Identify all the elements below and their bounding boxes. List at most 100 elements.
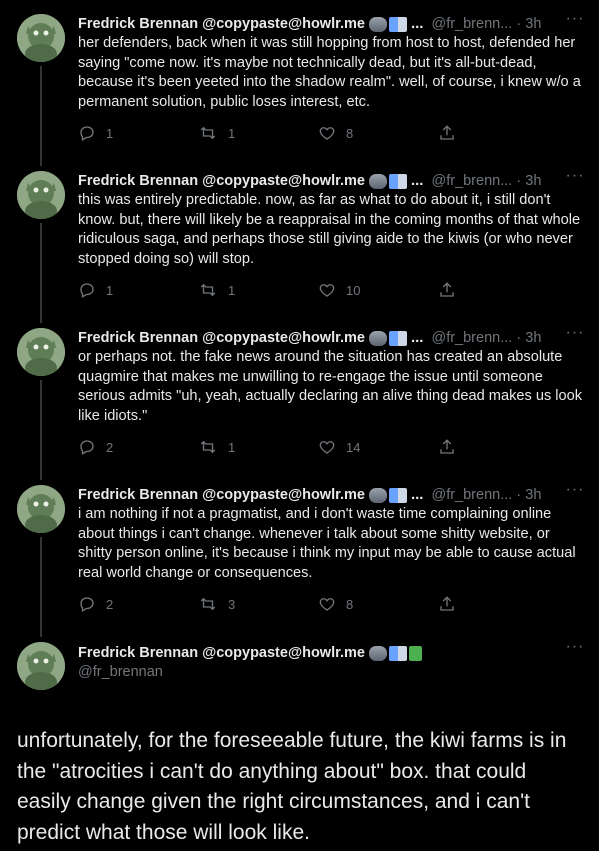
- raccoon-emoji-icon: [368, 487, 387, 503]
- reply-icon: [80, 126, 94, 141]
- focused-tweet-text: unfortunately, for the foreseeable futur…: [17, 729, 567, 844]
- name-overflow: ...: [410, 172, 424, 189]
- name-overflow: ...: [410, 15, 424, 32]
- tweet-text: her defenders, back when it was still ho…: [78, 35, 581, 111]
- retweet-button[interactable]: 1: [198, 124, 318, 142]
- tweet-header: Fredrick Brennan @copypaste@howlr.me ...…: [78, 328, 583, 348]
- tweet-text: or perhaps not. the fake news around the…: [78, 349, 583, 425]
- reply-count: 2: [106, 439, 114, 455]
- avatar[interactable]: [17, 171, 65, 219]
- share-icon: [440, 439, 454, 454]
- tweet[interactable]: Fredrick Brennan @copypaste@howlr.me ...…: [0, 471, 599, 628]
- avatar[interactable]: [17, 328, 65, 376]
- flag-emoji-icon: [388, 645, 407, 661]
- heart-icon: [319, 598, 335, 611]
- avatar[interactable]: [17, 485, 65, 533]
- like-count: 10: [346, 282, 361, 298]
- share-icon: [440, 596, 454, 611]
- name-badges: [368, 330, 407, 346]
- avatar[interactable]: [17, 14, 65, 62]
- heart-icon: [319, 441, 335, 454]
- retweet-button[interactable]: 3: [198, 595, 318, 613]
- author-handle[interactable]: @fr_brenn...: [431, 171, 512, 191]
- tweet-time[interactable]: 3h: [525, 14, 541, 34]
- reply-button[interactable]: 2: [78, 438, 198, 456]
- name-badges: [368, 173, 407, 189]
- avatar[interactable]: [17, 642, 65, 690]
- retweet-button[interactable]: 1: [198, 438, 318, 456]
- author-name[interactable]: Fredrick Brennan @copypaste@howlr.me: [78, 14, 365, 34]
- author-name[interactable]: Fredrick Brennan @copypaste@howlr.me: [78, 171, 365, 191]
- retweet-count: 3: [228, 596, 236, 612]
- reply-count: 1: [106, 125, 114, 141]
- raccoon-emoji-icon: [368, 16, 387, 32]
- separator-dot: ·: [516, 172, 522, 189]
- share-button[interactable]: [438, 281, 456, 299]
- name-badges: [368, 645, 422, 661]
- tweet[interactable]: Fredrick Brennan @copypaste@howlr.me ...…: [0, 314, 599, 471]
- name-badges: [368, 487, 407, 503]
- share-icon: [440, 282, 454, 297]
- separator-dot: ·: [516, 15, 522, 32]
- like-button[interactable]: 8: [318, 124, 438, 142]
- like-button[interactable]: 10: [318, 281, 438, 299]
- like-button[interactable]: 14: [318, 438, 438, 456]
- retweet-count: 1: [228, 439, 236, 455]
- reply-count: 2: [106, 596, 114, 612]
- raccoon-emoji-icon: [368, 645, 387, 661]
- retweet-icon: [200, 440, 216, 454]
- like-count: 14: [346, 439, 361, 455]
- share-button[interactable]: [438, 438, 456, 456]
- raccoon-emoji-icon: [368, 330, 387, 346]
- more-icon[interactable]: ···: [565, 11, 585, 32]
- tweet-time[interactable]: 3h: [525, 171, 541, 191]
- tweet[interactable]: Fredrick Brennan @copypaste@howlr.me ...…: [0, 157, 599, 314]
- tweet-actions: 1 1 8: [78, 123, 509, 143]
- retweet-button[interactable]: 1: [198, 281, 318, 299]
- share-button[interactable]: [438, 124, 456, 142]
- more-icon[interactable]: ···: [565, 168, 585, 189]
- like-count: 8: [346, 596, 354, 612]
- author-handle[interactable]: @fr_brennan: [78, 664, 599, 684]
- author-name[interactable]: Fredrick Brennan @copypaste@howlr.me: [78, 485, 365, 505]
- tweet-actions: 2 1 14: [78, 437, 509, 457]
- flag-emoji-icon: [388, 487, 407, 503]
- author-name[interactable]: Fredrick Brennan @copypaste@howlr.me: [78, 645, 365, 661]
- name-badges: [368, 16, 407, 32]
- heart-icon: [319, 284, 335, 297]
- more-icon[interactable]: ···: [565, 325, 585, 346]
- flag-emoji-icon: [388, 330, 407, 346]
- author-handle[interactable]: @fr_brenn...: [431, 328, 512, 348]
- name-overflow: ...: [410, 329, 424, 346]
- like-button[interactable]: 8: [318, 595, 438, 613]
- flag-emoji-icon: [388, 16, 407, 32]
- name-overflow: ...: [410, 486, 424, 503]
- author-name[interactable]: Fredrick Brennan @copypaste@howlr.me: [78, 328, 365, 348]
- tweet-header: Fredrick Brennan @copypaste@howlr.me ...…: [78, 171, 583, 191]
- tweet-text: i am nothing if not a pragmatist, and i …: [78, 506, 576, 582]
- tweet-actions: 1 1 10: [78, 280, 509, 300]
- reply-button[interactable]: 1: [78, 281, 198, 299]
- separator-dot: ·: [516, 329, 522, 346]
- reply-icon: [80, 440, 94, 455]
- author-handle[interactable]: @fr_brenn...: [431, 14, 512, 34]
- flag-emoji-icon: [388, 173, 407, 189]
- more-icon[interactable]: ···: [565, 639, 585, 660]
- tweet[interactable]: Fredrick Brennan @copypaste@howlr.me ...…: [0, 0, 599, 157]
- tweet-time[interactable]: 3h: [525, 328, 541, 348]
- tweet-thread: Fredrick Brennan @copypaste@howlr.me ...…: [0, 0, 599, 848]
- green-book-emoji-icon: [408, 645, 422, 661]
- tweet-header: Fredrick Brennan @copypaste@howlr.me ...…: [78, 14, 583, 34]
- focused-tweet[interactable]: ··· Fredrick Brennan @copypaste@howlr.me…: [0, 628, 599, 848]
- focused-tweet-header: Fredrick Brennan @copypaste@howlr.me @fr…: [78, 642, 599, 686]
- more-icon[interactable]: ···: [565, 482, 585, 503]
- author-handle[interactable]: @fr_brenn...: [431, 485, 512, 505]
- reply-button[interactable]: 2: [78, 595, 198, 613]
- heart-icon: [319, 127, 335, 140]
- retweet-icon: [200, 597, 216, 611]
- tweet-time[interactable]: 3h: [525, 485, 541, 505]
- share-button[interactable]: [438, 595, 456, 613]
- retweet-count: 1: [228, 125, 236, 141]
- reply-count: 1: [106, 282, 114, 298]
- reply-button[interactable]: 1: [78, 124, 198, 142]
